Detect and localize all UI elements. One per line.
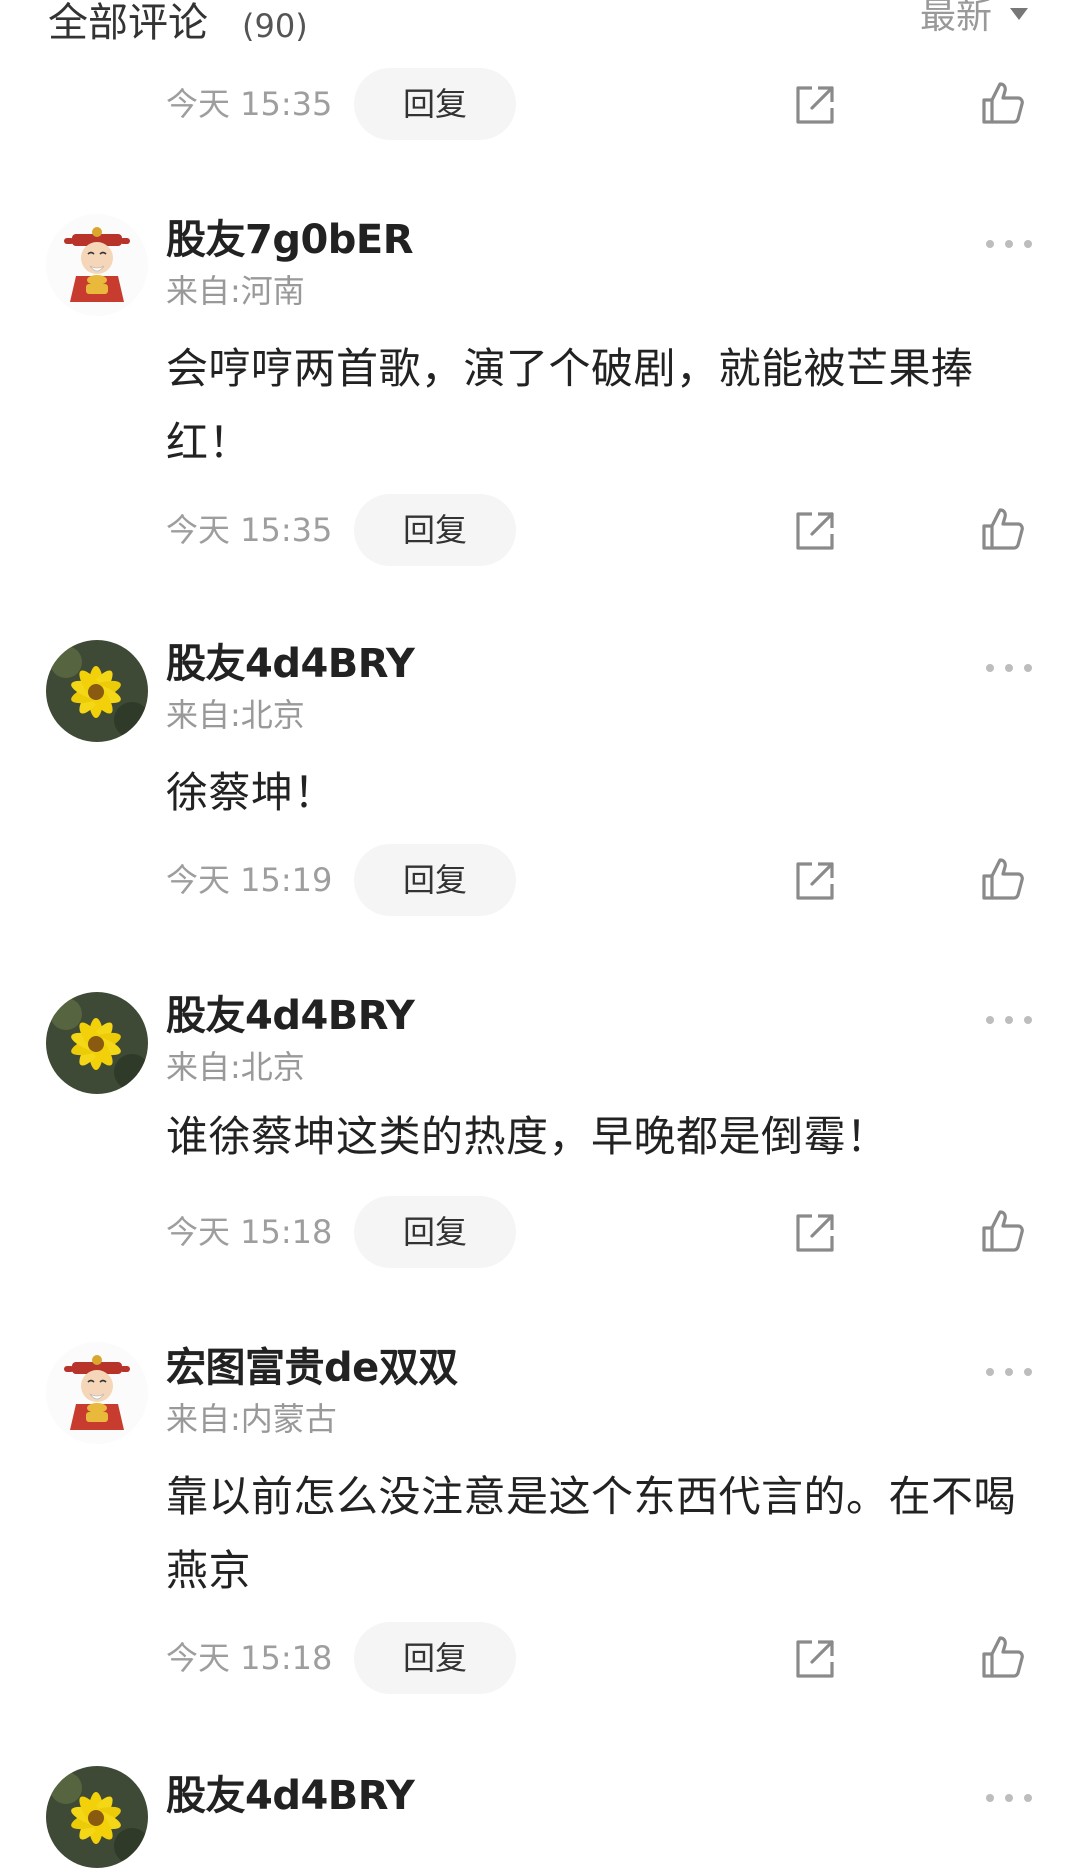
reply-button[interactable]: 回复 — [354, 844, 516, 916]
reply-button[interactable]: 回复 — [354, 494, 516, 566]
share-icon[interactable] — [792, 82, 838, 128]
thumbs-up-icon[interactable] — [980, 856, 1026, 902]
comments-title: 全部评论 — [48, 0, 208, 46]
god-of-wealth-avatar[interactable] — [46, 1342, 148, 1444]
reply-button[interactable]: 回复 — [354, 68, 516, 140]
more-options-icon[interactable] — [986, 1014, 1032, 1026]
thumbs-up-icon[interactable] — [980, 1208, 1026, 1254]
comment-action-row: 今天 15:35 回复 — [0, 494, 1079, 566]
comment-username[interactable]: 股友4d4BRY — [166, 640, 415, 688]
yellow-flower-avatar[interactable] — [46, 992, 148, 1094]
comment-content: 谁徐蔡坤这类的热度，早晚都是倒霉！ — [166, 1112, 889, 1161]
comment-content: 靠以前怎么没注意是这个东西代言的。在不喝燕京 — [166, 1472, 1017, 1595]
sort-dropdown[interactable]: 最新 — [920, 0, 992, 38]
comment-time: 今天 15:35 — [166, 511, 333, 549]
reply-button[interactable]: 回复 — [354, 1196, 516, 1268]
comment-action-row: 今天 15:18 回复 — [0, 1196, 1079, 1268]
comment-action-row: 今天 15:35 回复 — [0, 68, 1079, 140]
comment-username[interactable]: 宏图富贵de双双 — [166, 1344, 458, 1392]
yellow-flower-avatar[interactable] — [46, 1766, 148, 1868]
comments-count: (90) — [242, 7, 308, 45]
share-icon[interactable] — [792, 508, 838, 554]
share-icon[interactable] — [792, 1210, 838, 1256]
comment-time: 今天 15:18 — [166, 1213, 333, 1251]
comment-time: 今天 15:18 — [166, 1639, 333, 1677]
comment-time: 今天 15:35 — [166, 85, 333, 123]
thumbs-up-icon[interactable] — [980, 80, 1026, 126]
comment-location: 来自:北京 — [166, 696, 305, 734]
comments-header: 全部评论 (90) 最新 — [0, 0, 1079, 60]
more-options-icon[interactable] — [986, 1792, 1032, 1804]
share-icon[interactable] — [792, 1636, 838, 1682]
comment-action-row: 今天 15:19 回复 — [0, 844, 1079, 916]
thumbs-up-icon[interactable] — [980, 1634, 1026, 1680]
comment-username[interactable]: 股友7g0bER — [166, 216, 414, 264]
more-options-icon[interactable] — [986, 238, 1032, 250]
comment-location: 来自:河南 — [166, 272, 305, 310]
comment-content: 徐蔡坤！ — [166, 768, 337, 817]
yellow-flower-avatar[interactable] — [46, 640, 148, 742]
reply-button[interactable]: 回复 — [354, 1622, 516, 1694]
comment-location: 来自:内蒙古 — [166, 1400, 337, 1438]
comment-username[interactable]: 股友4d4BRY — [166, 992, 415, 1040]
more-options-icon[interactable] — [986, 1366, 1032, 1378]
caret-down-icon[interactable] — [1010, 8, 1028, 20]
comment-time: 今天 15:19 — [166, 861, 333, 899]
comment-action-row: 今天 15:18 回复 — [0, 1622, 1079, 1694]
comment-location: 来自:北京 — [166, 1048, 305, 1086]
comment-username[interactable]: 股友4d4BRY — [166, 1772, 415, 1820]
thumbs-up-icon[interactable] — [980, 506, 1026, 552]
comment-content: 会哼哼两首歌，演了个破剧，就能被芒果捧红！ — [166, 344, 974, 467]
share-icon[interactable] — [792, 858, 838, 904]
god-of-wealth-avatar[interactable] — [46, 214, 148, 316]
more-options-icon[interactable] — [986, 662, 1032, 674]
